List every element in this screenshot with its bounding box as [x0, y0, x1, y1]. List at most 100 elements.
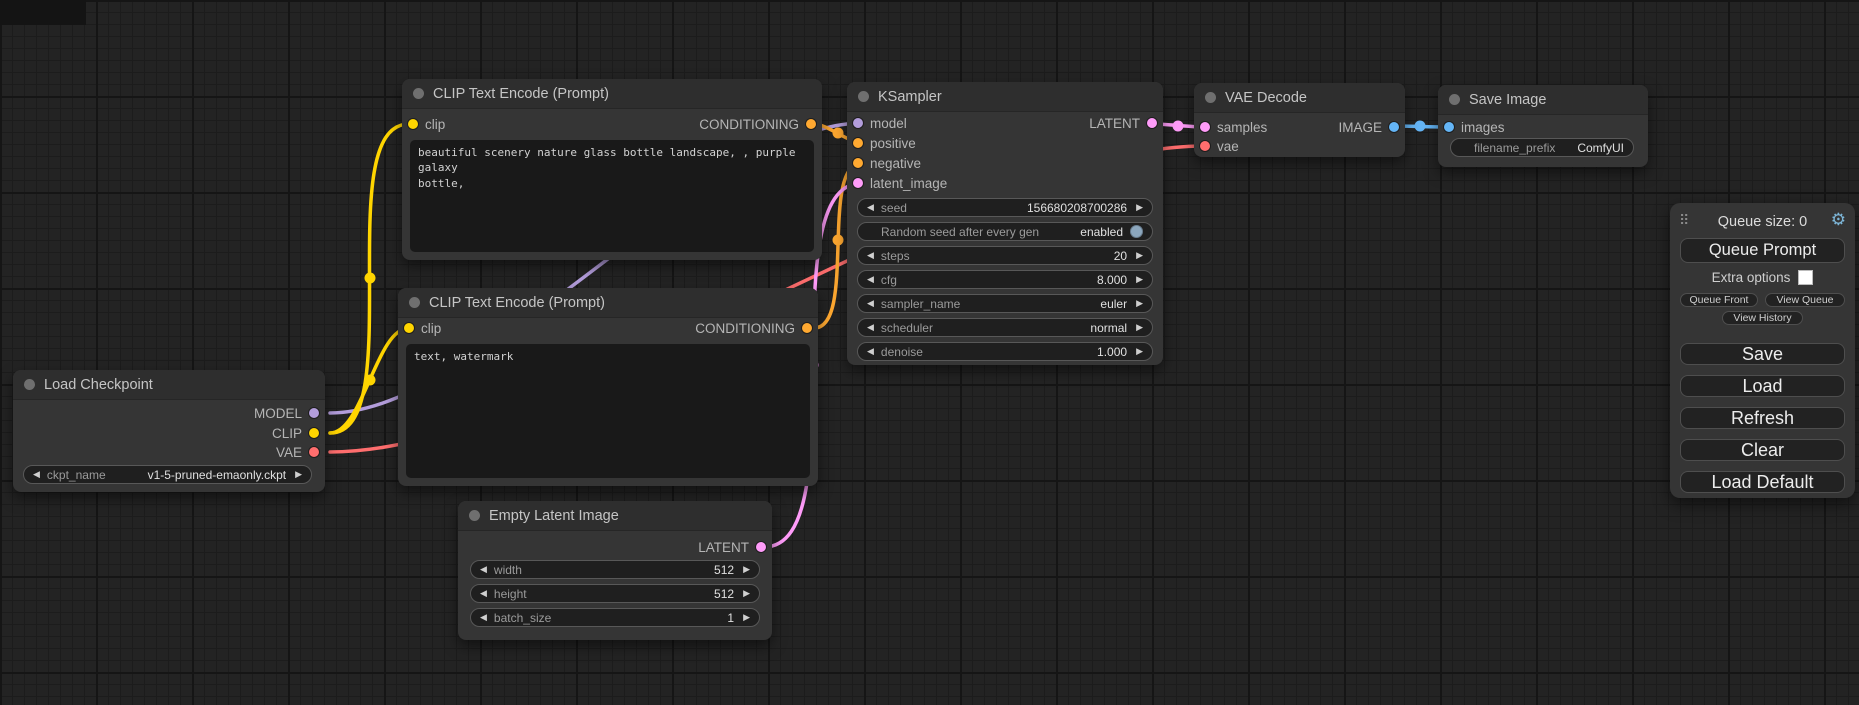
node-title-bar[interactable]: CLIP Text Encode (Prompt): [398, 288, 818, 318]
queue-prompt-button[interactable]: Queue Prompt: [1680, 238, 1845, 263]
decrement-arrow-icon[interactable]: ◀: [867, 203, 874, 212]
settings-gear-icon[interactable]: ⚙: [1831, 211, 1846, 228]
filename-prefix-widget[interactable]: filename_prefix ComfyUI: [1450, 138, 1634, 157]
seed-widget[interactable]: ◀ seed 156680208700286 ▶: [857, 198, 1153, 217]
increment-arrow-icon[interactable]: ▶: [743, 565, 750, 574]
queue-size-label: Queue size: 0: [1670, 214, 1855, 230]
node-title: CLIP Text Encode (Prompt): [429, 295, 605, 311]
slot-dot-positive-input[interactable]: [853, 138, 863, 148]
decrement-arrow-icon[interactable]: ◀: [480, 589, 487, 598]
collapse-dot-icon[interactable]: [24, 379, 35, 390]
input-label: clip: [421, 321, 441, 336]
view-queue-button[interactable]: View Queue: [1765, 293, 1845, 307]
decrement-arrow-icon[interactable]: ◀: [867, 251, 874, 260]
prompt-textarea[interactable]: beautiful scenery nature glass bottle la…: [410, 140, 814, 252]
save-button[interactable]: Save: [1680, 343, 1845, 365]
input-label: model: [870, 116, 907, 131]
load-button[interactable]: Load: [1680, 375, 1845, 397]
drag-handle-icon[interactable]: ⠿: [1679, 212, 1687, 229]
node-title-bar[interactable]: KSampler: [847, 82, 1163, 112]
slot-dot-conditioning-output[interactable]: [802, 323, 812, 333]
widget-value: ComfyUI: [1577, 141, 1624, 155]
increment-arrow-icon[interactable]: ▶: [1136, 251, 1143, 260]
load-default-button[interactable]: Load Default: [1680, 471, 1845, 493]
decrement-arrow-icon[interactable]: ◀: [33, 470, 40, 479]
collapse-dot-icon[interactable]: [858, 91, 869, 102]
widget-value: 512: [714, 563, 734, 577]
increment-arrow-icon[interactable]: ▶: [295, 470, 302, 479]
increment-arrow-icon[interactable]: ▶: [743, 613, 750, 622]
widget-value: 512: [714, 587, 734, 601]
slot-row: clip CONDITIONING: [402, 114, 822, 134]
slot-dot-model-output[interactable]: [309, 408, 319, 418]
ckpt-name-widget[interactable]: ◀ ckpt_name v1-5-pruned-emaonly.ckpt ▶: [23, 465, 312, 484]
extra-options-checkbox[interactable]: [1798, 270, 1813, 285]
decrement-arrow-icon[interactable]: ◀: [867, 347, 874, 356]
increment-arrow-icon[interactable]: ▶: [1136, 323, 1143, 332]
widget-label: steps: [881, 249, 910, 263]
node-title-bar[interactable]: CLIP Text Encode (Prompt): [402, 79, 822, 109]
widget-value: enabled: [1080, 225, 1123, 239]
collapse-dot-icon[interactable]: [1449, 94, 1460, 105]
queue-front-button[interactable]: Queue Front: [1680, 293, 1758, 307]
decrement-arrow-icon[interactable]: ◀: [480, 613, 487, 622]
increment-arrow-icon[interactable]: ▶: [1136, 203, 1143, 212]
slot-dot-clip-input[interactable]: [404, 323, 414, 333]
slot-dot-vae-output[interactable]: [309, 447, 319, 457]
node-title-bar[interactable]: VAE Decode: [1194, 83, 1405, 113]
input-label: vae: [1217, 139, 1239, 154]
slot-dot-clip-input[interactable]: [408, 119, 418, 129]
prompt-textarea[interactable]: text, watermark: [406, 344, 810, 478]
view-history-button[interactable]: View History: [1722, 311, 1803, 325]
node-load-checkpoint: Load Checkpoint MODEL CLIP VAE ◀ ckpt_na…: [13, 370, 325, 492]
slot-dot-latent-image-input[interactable]: [853, 178, 863, 188]
widget-value: euler: [1100, 297, 1127, 311]
increment-arrow-icon[interactable]: ▶: [743, 589, 750, 598]
scheduler-widget[interactable]: ◀ scheduler normal ▶: [857, 318, 1153, 337]
cfg-widget[interactable]: ◀ cfg 8.000 ▶: [857, 270, 1153, 289]
slot-dot-model-input[interactable]: [853, 118, 863, 128]
decrement-arrow-icon[interactable]: ◀: [867, 275, 874, 284]
output-row-vae: VAE: [13, 442, 325, 462]
clear-button[interactable]: Clear: [1680, 439, 1845, 461]
slot-dot-images-input[interactable]: [1444, 122, 1454, 132]
collapse-dot-icon[interactable]: [413, 88, 424, 99]
slot-dot-conditioning-output[interactable]: [806, 119, 816, 129]
slot-dot-latent-output[interactable]: [1147, 118, 1157, 128]
node-title-bar[interactable]: Empty Latent Image: [458, 501, 772, 531]
random-seed-widget[interactable]: Random seed after every gen enabled: [857, 222, 1153, 241]
slot-row-latent-image: latent_image: [847, 173, 1163, 193]
node-title-bar[interactable]: Load Checkpoint: [13, 370, 325, 400]
widget-label: seed: [881, 201, 907, 215]
input-label: latent_image: [870, 176, 947, 191]
steps-widget[interactable]: ◀ steps 20 ▶: [857, 246, 1153, 265]
batch-size-widget[interactable]: ◀ batch_size 1 ▶: [470, 608, 760, 627]
decrement-arrow-icon[interactable]: ◀: [480, 565, 487, 574]
node-title: Save Image: [1469, 92, 1546, 108]
node-title-bar[interactable]: Save Image: [1438, 85, 1648, 115]
slot-dot-image-output[interactable]: [1389, 122, 1399, 132]
output-label: LATENT: [1089, 116, 1140, 131]
refresh-button[interactable]: Refresh: [1680, 407, 1845, 429]
wire-midpoint-dot: [365, 375, 376, 386]
toggle-circle-icon[interactable]: [1130, 225, 1143, 238]
node-save-image: Save Image images filename_prefix ComfyU…: [1438, 85, 1648, 167]
slot-dot-clip-output[interactable]: [309, 428, 319, 438]
slot-dot-negative-input[interactable]: [853, 158, 863, 168]
increment-arrow-icon[interactable]: ▶: [1136, 299, 1143, 308]
slot-dot-vae-input[interactable]: [1200, 141, 1210, 151]
height-widget[interactable]: ◀ height 512 ▶: [470, 584, 760, 603]
denoise-widget[interactable]: ◀ denoise 1.000 ▶: [857, 342, 1153, 361]
collapse-dot-icon[interactable]: [409, 297, 420, 308]
decrement-arrow-icon[interactable]: ◀: [867, 323, 874, 332]
collapse-dot-icon[interactable]: [469, 510, 480, 521]
increment-arrow-icon[interactable]: ▶: [1136, 275, 1143, 284]
slot-dot-latent-output[interactable]: [756, 542, 766, 552]
node-title: VAE Decode: [1225, 90, 1307, 106]
decrement-arrow-icon[interactable]: ◀: [867, 299, 874, 308]
slot-dot-samples-input[interactable]: [1200, 122, 1210, 132]
increment-arrow-icon[interactable]: ▶: [1136, 347, 1143, 356]
sampler-name-widget[interactable]: ◀ sampler_name euler ▶: [857, 294, 1153, 313]
collapse-dot-icon[interactable]: [1205, 92, 1216, 103]
width-widget[interactable]: ◀ width 512 ▶: [470, 560, 760, 579]
